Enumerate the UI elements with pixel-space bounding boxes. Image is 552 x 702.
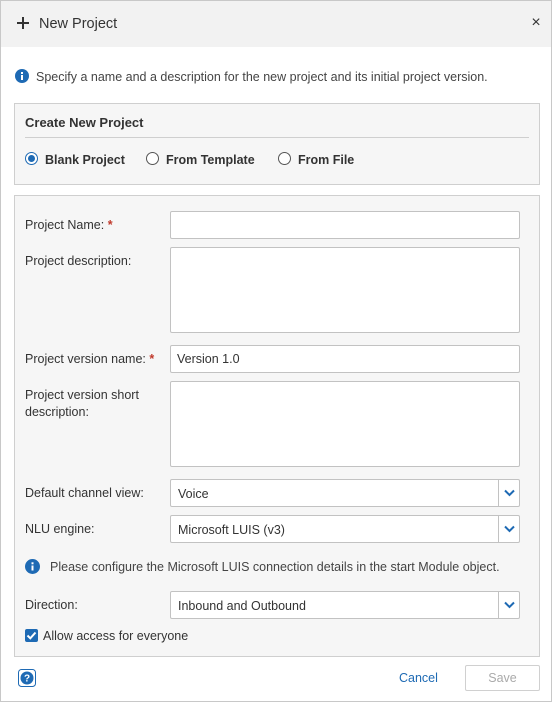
allow-access-label: Allow access for everyone [43,629,189,643]
radio-label: From File [298,153,355,167]
info-icon [15,69,29,83]
project-form: Project Name: * Project description: Pro… [14,195,540,657]
chevron-down-icon [504,525,515,533]
nlu-note-text: Please configure the Microsoft LUIS conn… [50,560,500,574]
nlu-engine-label: NLU engine: [25,522,95,536]
close-icon[interactable]: × [529,14,543,32]
direction-label: Direction: [25,598,78,612]
new-project-dialog: New Project × Specify a name and a descr… [0,0,552,702]
dropdown-button[interactable] [498,480,519,506]
info-text: Specify a name and a description for the… [36,70,488,84]
radio-checked-icon[interactable] [25,152,38,165]
direction-value: Inbound and Outbound [178,599,306,613]
project-description-textarea[interactable] [170,247,520,333]
dropdown-button[interactable] [498,516,519,542]
version-name-label: Project version name: * [25,352,155,366]
version-short-description-label: Project version short description: [25,388,139,419]
chevron-down-icon [504,489,515,497]
radio-label: From Template [166,153,255,167]
project-description-label: Project description: [25,254,132,268]
svg-text:?: ? [24,674,30,685]
save-button[interactable]: Save [465,665,540,691]
dropdown-button[interactable] [498,592,519,618]
project-name-input[interactable] [170,211,520,239]
version-name-input[interactable]: Version 1.0 [170,345,520,373]
create-project-panel: Create New Project Blank Project From Te… [14,103,540,185]
direction-select[interactable]: Inbound and Outbound [170,591,520,619]
cancel-button[interactable]: Cancel [399,671,438,685]
checkbox-checked-icon[interactable] [25,629,38,642]
panel-divider [25,137,529,138]
chevron-down-icon [504,601,515,609]
project-name-label: Project Name: * [25,218,113,232]
nlu-engine-value: Microsoft LUIS (v3) [178,523,285,537]
dialog-title: New Project [39,16,118,32]
channel-view-value: Voice [178,487,209,501]
radio-unchecked-icon[interactable] [278,152,291,165]
version-short-description-textarea[interactable] [170,381,520,467]
help-icon[interactable]: ? [18,669,36,687]
channel-view-select[interactable]: Voice [170,479,520,507]
nlu-engine-select[interactable]: Microsoft LUIS (v3) [170,515,520,543]
radio-label: Blank Project [45,153,125,167]
plus-icon [17,17,29,29]
radio-unchecked-icon[interactable] [146,152,159,165]
panel-title: Create New Project [25,115,144,130]
dialog-header: New Project × [1,1,551,47]
channel-view-label: Default channel view: [25,486,144,500]
info-icon [25,559,40,574]
